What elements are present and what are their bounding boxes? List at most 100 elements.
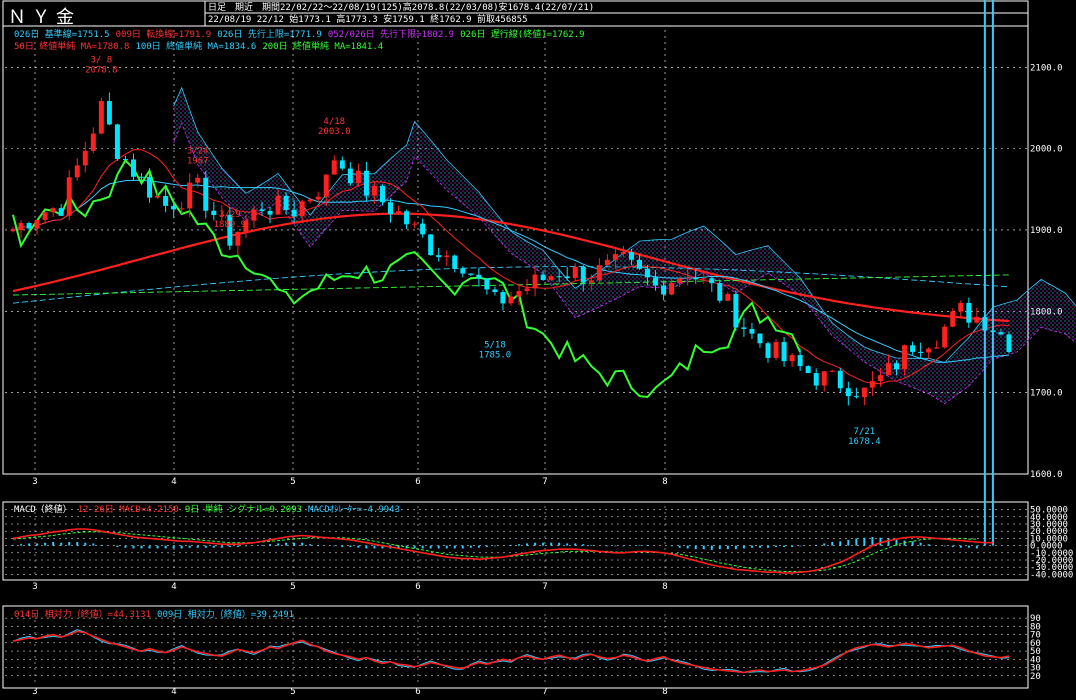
candle-body: [645, 268, 651, 278]
candle-body: [532, 274, 538, 289]
price-annotation: 1785.0: [479, 351, 512, 361]
x-tick-label: 5: [290, 687, 295, 697]
candle-body: [966, 302, 972, 323]
candle-body: [90, 133, 96, 151]
candle-body: [155, 195, 161, 198]
rsi14-line: [12, 630, 1010, 674]
candle-body: [122, 158, 128, 160]
candle-body: [869, 381, 875, 388]
x-tick-label: 3: [32, 582, 37, 592]
candle-body: [211, 210, 217, 216]
candle-body: [677, 278, 683, 284]
candle-body: [661, 285, 667, 295]
candle-body: [877, 375, 883, 382]
candle-body: [179, 208, 185, 210]
candle-body: [636, 259, 642, 269]
candle-body: [845, 388, 851, 397]
candle-body: [926, 348, 932, 353]
candle-body: [741, 327, 747, 329]
candle-body: [363, 170, 369, 196]
candle-body: [524, 288, 530, 292]
candle-body: [388, 202, 394, 215]
x-tick-label: 3: [32, 687, 37, 697]
x-tick-label: 7: [542, 687, 547, 697]
candle-body: [805, 366, 811, 374]
x-tick-label: 7: [542, 477, 547, 487]
candle-body: [701, 278, 707, 280]
candle-body: [444, 255, 450, 258]
y-tick-label: -40.0000: [1030, 570, 1073, 580]
candle-body: [508, 296, 514, 304]
candle-body: [885, 363, 891, 376]
candle-body: [628, 252, 634, 260]
candle-body: [548, 276, 554, 280]
candle-body: [958, 302, 964, 312]
candle-body: [861, 387, 867, 398]
candle-body: [757, 333, 763, 344]
candle-body: [476, 274, 482, 279]
x-tick-label: 8: [662, 477, 667, 487]
candle-body: [275, 195, 281, 215]
kijun-line: [12, 179, 1010, 363]
candle-body: [733, 294, 739, 328]
price-annotation: 1967: [187, 156, 209, 166]
candle-body: [404, 211, 410, 225]
candle-body: [821, 371, 827, 386]
x-tick-label: 8: [662, 687, 667, 697]
candle-body: [371, 186, 377, 196]
candle-body: [139, 176, 145, 178]
macd-line: [12, 528, 993, 574]
candle-body: [452, 255, 458, 269]
candle-body: [34, 219, 40, 229]
candle-body: [620, 252, 626, 255]
candle-body: [82, 150, 88, 166]
candle-body: [259, 209, 265, 211]
price-annotation: 4/18: [323, 117, 345, 127]
candle-body: [10, 230, 16, 232]
candle-body: [942, 326, 948, 348]
candle-body: [379, 186, 385, 203]
candle-body: [315, 196, 321, 200]
candle-body: [396, 211, 402, 215]
candle-body: [355, 170, 361, 184]
candle-body: [974, 316, 980, 323]
candle-body: [540, 274, 546, 280]
candle-body: [147, 176, 153, 198]
candle-body: [709, 278, 715, 284]
candle-body: [195, 177, 201, 183]
y-tick-label: 1900.0: [1030, 226, 1063, 236]
candle-body: [460, 268, 466, 274]
candle-body: [299, 201, 305, 217]
candle-body: [894, 363, 900, 370]
x-tick-label: 8: [662, 582, 667, 592]
chart-canvas: 2100.02000.01900.01800.01700.01600.03456…: [2, 0, 1076, 697]
price-annotation: 2078.8: [85, 66, 118, 76]
candle-body: [331, 160, 337, 175]
candle-body: [291, 209, 297, 217]
candle-body: [580, 266, 586, 283]
candle-body: [436, 255, 442, 258]
price-annotation: 7/21: [854, 427, 876, 437]
candle-body: [685, 277, 691, 279]
price-annotation: 1678.4: [848, 437, 881, 447]
y-tick-label: 2000.0: [1030, 145, 1063, 155]
candle-body: [725, 294, 731, 301]
candle-body: [484, 278, 490, 290]
candle-body: [283, 195, 289, 210]
candle-body: [267, 210, 273, 215]
x-tick-label: 6: [415, 477, 420, 487]
candle-body: [98, 101, 104, 134]
candle-body: [66, 177, 72, 216]
candle-body: [251, 209, 257, 221]
y-tick-label: 1700.0: [1030, 389, 1063, 399]
candle-body: [114, 124, 120, 159]
candle-body: [596, 265, 602, 281]
candle-body: [789, 355, 795, 362]
x-tick-label: 6: [415, 582, 420, 592]
candle-body: [781, 342, 787, 362]
candle-body: [492, 289, 498, 293]
price-annotation: 2003.0: [318, 127, 351, 137]
price-annotation: 3/ 8: [91, 56, 113, 66]
candle-body: [323, 174, 329, 197]
candle-body: [950, 311, 956, 327]
